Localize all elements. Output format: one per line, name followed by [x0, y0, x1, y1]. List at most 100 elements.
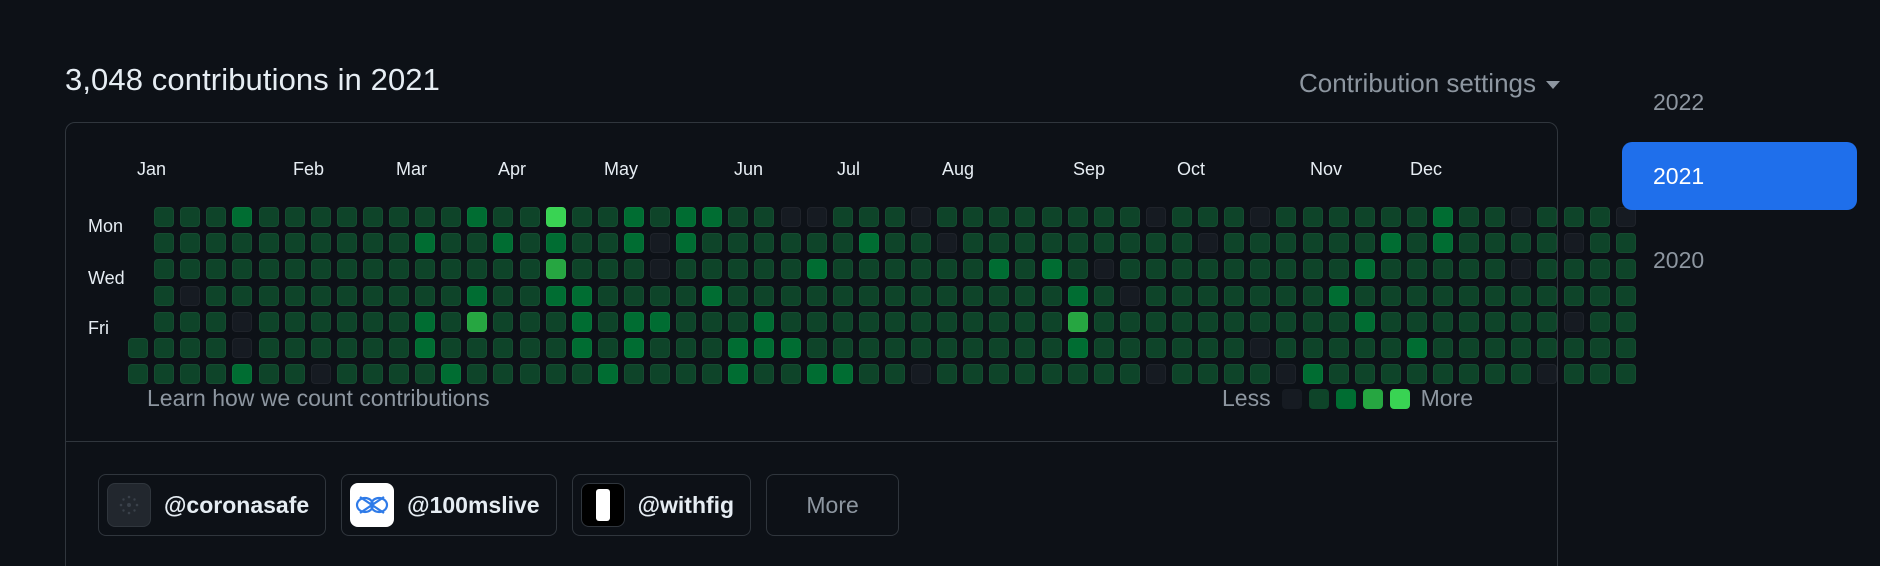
contribution-day-cell[interactable] [1041, 233, 1062, 254]
contribution-day-cell[interactable] [650, 364, 670, 385]
contribution-day-cell[interactable] [728, 233, 749, 254]
org-button-100mslive[interactable]: @100mslive [341, 474, 557, 536]
contribution-day-cell[interactable] [650, 311, 670, 332]
contribution-day-cell[interactable] [441, 338, 462, 358]
contribution-day-cell[interactable] [571, 311, 592, 332]
contribution-day-cell[interactable] [832, 207, 853, 227]
contribution-day-cell[interactable] [1589, 311, 1610, 332]
org-button-withfig[interactable]: @withfig [571, 474, 752, 536]
contribution-day-cell[interactable] [467, 233, 488, 254]
contribution-day-cell[interactable] [545, 233, 566, 254]
contribution-day-cell[interactable] [1198, 364, 1219, 385]
contribution-day-cell[interactable] [1015, 233, 1036, 254]
contribution-day-cell[interactable] [519, 207, 540, 227]
contribution-day-cell[interactable] [1119, 207, 1140, 227]
contribution-day-cell[interactable] [676, 364, 697, 385]
contribution-day-cell[interactable] [728, 207, 749, 227]
contribution-day-cell[interactable] [963, 364, 984, 385]
contribution-day-cell[interactable] [1459, 364, 1480, 385]
contribution-day-cell[interactable] [545, 338, 566, 358]
contribution-day-cell[interactable] [911, 233, 931, 254]
contribution-day-cell[interactable] [963, 285, 984, 306]
contribution-day-cell[interactable] [1433, 338, 1453, 358]
contribution-day-cell[interactable] [467, 364, 488, 385]
contribution-day-cell[interactable] [937, 311, 958, 332]
contribution-day-cell[interactable] [1511, 233, 1532, 254]
contribution-day-cell[interactable] [1198, 311, 1219, 332]
contribution-day-cell[interactable] [336, 338, 357, 358]
contribution-day-cell[interactable] [336, 364, 357, 385]
contribution-day-cell[interactable] [258, 338, 279, 358]
contribution-day-cell[interactable] [284, 364, 305, 385]
contribution-day-cell[interactable] [884, 364, 905, 385]
contribution-day-cell[interactable] [1302, 285, 1323, 306]
contribution-day-cell[interactable] [806, 233, 827, 254]
contribution-day-cell[interactable] [702, 259, 723, 280]
contribution-day-cell[interactable] [963, 259, 984, 280]
contribution-day-cell[interactable] [728, 364, 749, 385]
contribution-day-cell[interactable] [806, 364, 827, 385]
contribution-day-cell[interactable] [702, 207, 723, 227]
contribution-day-cell[interactable] [963, 233, 984, 254]
contribution-day-cell[interactable] [284, 233, 305, 254]
contribution-day-cell[interactable] [780, 364, 801, 385]
contribution-day-cell[interactable] [415, 233, 436, 254]
contribution-day-cell[interactable] [597, 233, 618, 254]
contribution-day-cell[interactable] [1328, 285, 1349, 306]
contribution-day-cell[interactable] [519, 259, 540, 280]
contribution-day-cell[interactable] [1276, 233, 1297, 254]
contribution-day-cell[interactable] [258, 233, 279, 254]
contribution-day-cell[interactable] [1589, 233, 1610, 254]
contribution-day-cell[interactable] [1093, 311, 1114, 332]
contribution-day-cell[interactable] [1067, 364, 1088, 385]
contribution-day-cell[interactable] [884, 285, 905, 306]
contribution-day-cell[interactable] [336, 285, 357, 306]
contribution-day-cell[interactable] [310, 285, 331, 306]
contribution-day-cell[interactable] [780, 285, 801, 306]
contribution-day-cell[interactable] [1537, 364, 1558, 385]
contribution-day-cell[interactable] [1224, 259, 1245, 280]
contribution-day-cell[interactable] [1433, 207, 1453, 227]
contribution-day-cell[interactable] [1406, 364, 1427, 385]
contribution-day-cell[interactable] [180, 233, 201, 254]
contribution-day-cell[interactable] [545, 207, 566, 227]
contribution-day-cell[interactable] [1615, 311, 1636, 332]
contribution-day-cell[interactable] [232, 233, 253, 254]
contribution-day-cell[interactable] [362, 259, 383, 280]
contribution-day-cell[interactable] [180, 259, 201, 280]
contribution-day-cell[interactable] [780, 233, 801, 254]
contribution-day-cell[interactable] [858, 285, 879, 306]
contribution-day-cell[interactable] [467, 207, 488, 227]
contribution-day-cell[interactable] [389, 364, 409, 385]
contribution-day-cell[interactable] [1119, 259, 1140, 280]
contribution-day-cell[interactable] [1198, 338, 1219, 358]
contribution-day-cell[interactable] [1276, 259, 1297, 280]
contribution-day-cell[interactable] [154, 285, 175, 306]
contribution-day-cell[interactable] [754, 207, 775, 227]
contribution-day-cell[interactable] [806, 207, 827, 227]
contribution-day-cell[interactable] [1250, 285, 1271, 306]
contribution-day-cell[interactable] [1433, 233, 1453, 254]
contribution-day-cell[interactable] [519, 233, 540, 254]
contribution-day-cell[interactable] [519, 364, 540, 385]
contribution-day-cell[interactable] [1041, 338, 1062, 358]
contribution-day-cell[interactable] [1067, 311, 1088, 332]
contribution-day-cell[interactable] [1276, 338, 1297, 358]
contribution-day-cell[interactable] [806, 311, 827, 332]
contribution-day-cell[interactable] [1563, 259, 1584, 280]
contribution-day-cell[interactable] [597, 207, 618, 227]
contribution-day-cell[interactable] [623, 285, 644, 306]
contribution-day-cell[interactable] [1224, 285, 1245, 306]
contribution-day-cell[interactable] [519, 338, 540, 358]
contribution-day-cell[interactable] [128, 364, 148, 385]
contribution-day-cell[interactable] [650, 233, 670, 254]
contribution-day-cell[interactable] [1015, 285, 1036, 306]
contribution-day-cell[interactable] [519, 285, 540, 306]
contribution-day-cell[interactable] [180, 207, 201, 227]
contribution-day-cell[interactable] [571, 259, 592, 280]
contribution-day-cell[interactable] [284, 311, 305, 332]
contribution-day-cell[interactable] [1093, 338, 1114, 358]
contribution-day-cell[interactable] [963, 207, 984, 227]
contribution-day-cell[interactable] [1093, 207, 1114, 227]
contribution-day-cell[interactable] [832, 338, 853, 358]
